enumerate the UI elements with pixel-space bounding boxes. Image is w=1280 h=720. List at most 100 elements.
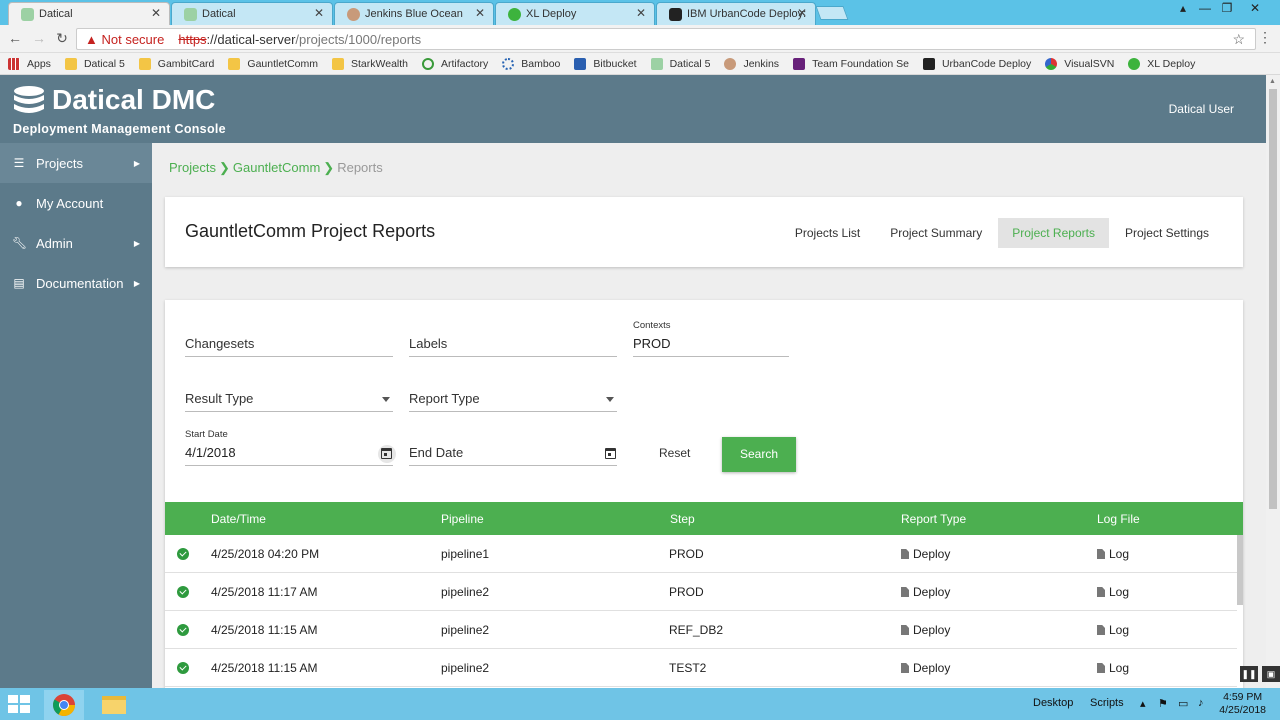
browser-menu-icon[interactable]: ⋮ (1258, 29, 1272, 46)
page-scrollbar[interactable]: ▲ (1266, 75, 1280, 688)
screen-icon[interactable]: ▣ (1262, 666, 1280, 682)
close-tab-icon[interactable]: ✕ (797, 6, 807, 20)
not-secure-warning[interactable]: ▲ Not secure (85, 32, 164, 47)
close-window-icon[interactable]: ✕ (1244, 0, 1266, 18)
back-icon[interactable]: ← (6, 30, 24, 46)
bookmark-link[interactable]: Bamboo (502, 57, 560, 70)
browser-tab-title: Datical (202, 8, 236, 20)
close-tab-icon[interactable]: ✕ (636, 6, 646, 20)
table-row[interactable]: 4/25/2018 11:17 AM pipeline2 PROD Deploy… (165, 573, 1237, 611)
bookmark-link[interactable]: Artifactory (422, 57, 488, 70)
reload-icon[interactable]: ↻ (53, 30, 71, 47)
user-menu[interactable]: Datical User (1169, 102, 1234, 116)
column-header-log-file[interactable]: Log File (1097, 512, 1140, 526)
bookmark-link[interactable]: VisualSVN (1045, 57, 1114, 70)
minimize-icon[interactable]: — (1194, 0, 1216, 18)
browser-tab-5[interactable]: IBM UrbanCode Deploy: ✕ (656, 2, 816, 25)
bookmark-folder[interactable]: GauntletComm (228, 57, 318, 70)
file-explorer-taskbar-icon[interactable] (94, 690, 134, 720)
sidebar-item-documentation[interactable]: ▤ Documentation ▶ (0, 263, 152, 303)
column-header-datetime[interactable]: Date/Time (211, 512, 266, 526)
contexts-field[interactable]: PROD (633, 327, 789, 357)
bookmark-link[interactable]: XL Deploy (1128, 57, 1195, 70)
end-date-field[interactable]: End Date (409, 436, 617, 466)
reports-table-header: Date/Time Pipeline Step Report Type Log … (165, 502, 1243, 535)
report-link[interactable]: Deploy (901, 547, 950, 561)
sidebar-item-my-account[interactable]: ● My Account (0, 183, 152, 223)
report-link[interactable]: Deploy (901, 623, 950, 637)
new-tab-button[interactable] (815, 6, 849, 20)
result-type-select[interactable]: Result Type (185, 382, 393, 412)
tab-projects-list[interactable]: Projects List (781, 218, 874, 248)
bookmark-link[interactable]: Jenkins (724, 57, 779, 70)
network-icon[interactable]: ▭ (1178, 697, 1188, 710)
report-link-label: Deploy (913, 623, 951, 637)
table-scrollbar[interactable] (1237, 535, 1243, 605)
sidebar-item-projects[interactable]: ☰ Projects ▶ (0, 143, 152, 183)
table-row[interactable]: 4/25/2018 04:20 PM pipeline1 PROD Deploy… (165, 535, 1237, 573)
folder-icon (64, 57, 77, 70)
bamboo-icon (502, 57, 515, 70)
browser-tab-2[interactable]: Datical ✕ (171, 2, 333, 25)
table-row[interactable]: 4/25/2018 11:15 AM pipeline2 REF_DB2 Dep… (165, 611, 1237, 649)
scroll-up-icon[interactable]: ▲ (1269, 78, 1276, 85)
datical-logo[interactable]: Datical DMC (12, 84, 215, 116)
bookmark-link[interactable]: UrbanCode Deploy (922, 57, 1031, 70)
flag-icon[interactable]: ⚑ (1158, 697, 1168, 710)
taskbar-scripts-toolbar[interactable]: Scripts (1090, 697, 1124, 709)
bookmark-link[interactable]: Datical 5 (650, 57, 710, 70)
system-clock[interactable]: 4:59 PM 4/25/2018 (1219, 691, 1266, 717)
forward-icon[interactable]: → (30, 30, 48, 46)
bookmark-star-icon[interactable]: ☆ (1232, 31, 1245, 48)
labels-field[interactable]: Labels (409, 327, 617, 357)
clock-date: 4/25/2018 (1219, 704, 1266, 716)
column-header-report-type[interactable]: Report Type (901, 512, 966, 526)
browser-tab-4[interactable]: XL Deploy ✕ (495, 2, 655, 25)
tab-project-reports[interactable]: Project Reports (998, 218, 1109, 248)
chrome-taskbar-icon[interactable] (44, 690, 84, 720)
reset-button[interactable]: Reset (659, 446, 690, 460)
close-tab-icon[interactable]: ✕ (314, 6, 324, 20)
browser-tab-1[interactable]: Datical ✕ (8, 2, 170, 25)
bookmark-folder[interactable]: Datical 5 (64, 57, 125, 70)
bookmark-folder[interactable]: StarkWealth (332, 57, 408, 70)
table-row[interactable]: 4/25/2018 11:15 AM pipeline2 TEST2 Deplo… (165, 649, 1237, 687)
column-header-pipeline[interactable]: Pipeline (441, 512, 484, 526)
report-link[interactable]: Deploy (901, 585, 950, 599)
search-button[interactable]: Search (722, 437, 796, 472)
url-input[interactable]: ▲ Not secure https ://datical-server /pr… (76, 28, 1256, 50)
page-scrollbar-thumb[interactable] (1269, 89, 1277, 509)
bookmark-link[interactable]: Team Foundation Se (793, 57, 909, 70)
bookmark-apps[interactable]: Apps (8, 57, 51, 70)
tab-project-summary[interactable]: Project Summary (876, 218, 996, 248)
column-header-step[interactable]: Step (670, 512, 695, 526)
volume-icon[interactable]: ♪ (1198, 697, 1204, 709)
log-link[interactable]: Log (1097, 585, 1129, 599)
calendar-icon[interactable] (605, 448, 616, 459)
log-link[interactable]: Log (1097, 547, 1129, 561)
calendar-icon[interactable] (381, 448, 392, 459)
log-link[interactable]: Log (1097, 661, 1129, 675)
report-type-select[interactable]: Report Type (409, 382, 617, 412)
breadcrumb-projects[interactable]: Projects (169, 160, 216, 175)
pause-icon[interactable]: ❚❚ (1240, 666, 1258, 682)
breadcrumb-project[interactable]: GauntletComm (233, 160, 320, 175)
browser-tab-3[interactable]: Jenkins Blue Ocean ✕ (334, 2, 494, 25)
tray-expand-icon[interactable]: ▴ (1140, 697, 1146, 710)
restore-icon[interactable]: ❐ (1216, 0, 1238, 18)
report-link[interactable]: Deploy (901, 661, 950, 675)
sidebar-item-admin[interactable]: 🔧︎ Admin ▶ (0, 223, 152, 263)
close-tab-icon[interactable]: ✕ (151, 6, 161, 20)
taskbar-desktop-toolbar[interactable]: Desktop (1033, 697, 1073, 709)
bookmark-folder[interactable]: GambitCard (138, 57, 214, 70)
changesets-field[interactable]: Changesets (185, 327, 393, 357)
log-link[interactable]: Log (1097, 623, 1129, 637)
close-tab-icon[interactable]: ✕ (475, 6, 485, 20)
windows-start-icon[interactable] (8, 695, 30, 713)
start-date-field[interactable]: 4/1/2018 (185, 436, 396, 466)
bookmark-link[interactable]: Bitbucket (574, 57, 637, 70)
user-icon[interactable]: ▴ (1172, 0, 1194, 18)
tab-project-settings[interactable]: Project Settings (1111, 218, 1223, 248)
apps-grid-icon (8, 57, 20, 70)
file-icon (901, 587, 909, 597)
